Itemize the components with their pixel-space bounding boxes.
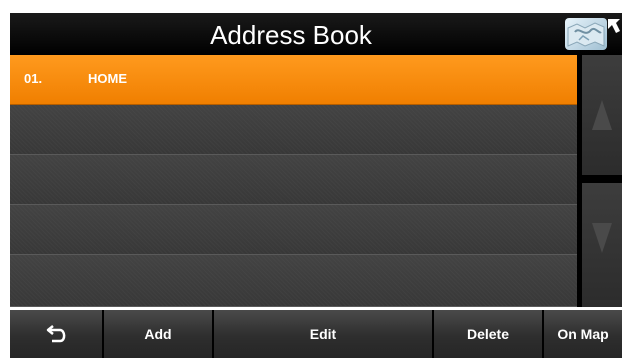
arrow-up-icon: [592, 100, 612, 130]
edit-button[interactable]: Edit: [214, 310, 434, 358]
list-item-index: 01.: [24, 71, 43, 86]
arrow-down-icon: [592, 223, 612, 253]
page-title: Address Book: [210, 20, 372, 50]
bottom-toolbar: Add Edit Delete On Map: [10, 310, 622, 358]
scroll-down-button[interactable]: [582, 183, 622, 307]
map-icon[interactable]: [565, 18, 607, 50]
list-item[interactable]: [10, 205, 577, 255]
address-list: 01. HOME: [10, 55, 577, 307]
scroll-up-button[interactable]: [582, 55, 622, 175]
address-book-screen: Address Book 01. HOME Add Edit Delete On…: [0, 0, 622, 358]
list-item[interactable]: [10, 105, 577, 155]
arrow-up-left-icon[interactable]: [606, 17, 622, 41]
list-item[interactable]: 01. HOME: [10, 55, 577, 105]
list-item-name: HOME: [88, 71, 127, 86]
list-item[interactable]: [10, 255, 577, 307]
scroll-bar: [577, 55, 622, 307]
list-item[interactable]: [10, 155, 577, 205]
on-map-button[interactable]: On Map: [544, 310, 622, 358]
header-bar: Address Book: [10, 13, 622, 55]
delete-button[interactable]: Delete: [434, 310, 544, 358]
back-arrow-icon: [46, 325, 66, 343]
back-button[interactable]: [10, 310, 104, 358]
add-button[interactable]: Add: [104, 310, 214, 358]
